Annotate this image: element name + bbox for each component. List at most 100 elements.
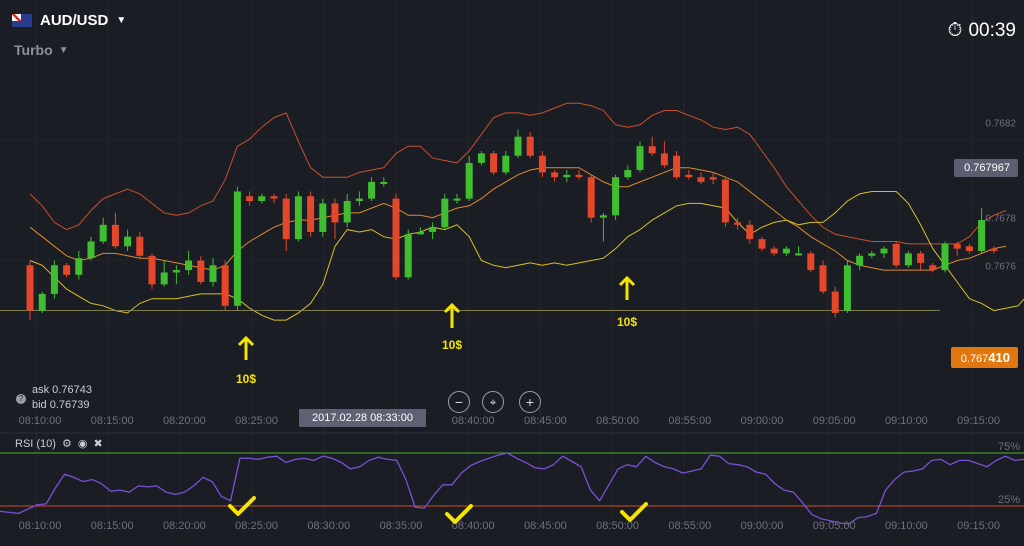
crosshair-icon: ⌖ bbox=[489, 394, 497, 409]
candle-down bbox=[685, 174, 693, 178]
ask-price: ?ask 0.76743 bbox=[16, 384, 92, 404]
candle-up bbox=[233, 191, 241, 306]
expiry-timer: ⏱ 00:39 bbox=[948, 20, 1016, 42]
asset-selector[interactable]: AUD/USD ▼ bbox=[12, 12, 126, 29]
candle-down bbox=[270, 196, 278, 199]
candle-down bbox=[965, 246, 973, 252]
center-chart-button[interactable]: ⌖ bbox=[482, 391, 504, 413]
candle-up bbox=[795, 253, 803, 256]
candle-up bbox=[636, 146, 644, 171]
current-price-value: 0.767967 bbox=[964, 162, 1010, 174]
candle-up bbox=[50, 265, 58, 294]
candle-down bbox=[490, 153, 498, 173]
stopwatch-icon: ⏱ bbox=[947, 20, 963, 41]
trading-chart-stage: 0.76820.7680.76780.767608:10:0008:15:000… bbox=[0, 0, 1024, 541]
mode-label: Turbo bbox=[14, 42, 53, 58]
trade-amount-3: 10$ bbox=[617, 315, 638, 329]
current-price-label: 0.767967 bbox=[954, 159, 1018, 177]
price-chart[interactable]: 0.76820.7680.76780.767608:10:0008:15:000… bbox=[0, 0, 1024, 541]
x-axis-tick-label: 09:05:00 bbox=[813, 415, 856, 427]
rsi-x-axis-tick-label: 09:15:00 bbox=[957, 520, 1000, 532]
rsi-x-axis-tick-label: 09:05:00 bbox=[813, 520, 856, 532]
candle-down bbox=[770, 248, 778, 254]
trade-amount-2: 10$ bbox=[442, 338, 463, 352]
candle-down bbox=[575, 174, 583, 178]
strike-price-main: 0.767 bbox=[960, 353, 989, 365]
gear-icon[interactable]: ⚙ bbox=[62, 437, 72, 450]
candle-up bbox=[404, 234, 412, 278]
x-axis-tick-label: 08:20:00 bbox=[163, 415, 206, 427]
candle-up bbox=[782, 248, 790, 254]
x-axis-tick-label: 08:10:00 bbox=[19, 415, 62, 427]
chevron-down-icon: ▼ bbox=[58, 44, 69, 56]
candle-up bbox=[38, 293, 46, 311]
candle-down bbox=[709, 177, 717, 180]
candle-down bbox=[526, 136, 534, 156]
chevron-down-icon: ▼ bbox=[116, 15, 127, 26]
candle-down bbox=[282, 198, 290, 240]
close-icon[interactable]: ✖ bbox=[93, 437, 102, 450]
candle-up bbox=[514, 136, 522, 156]
candle-up bbox=[843, 265, 851, 311]
candle-down bbox=[136, 236, 144, 256]
candle-up bbox=[429, 227, 437, 232]
crosshair-date-badge: 2017.02.28 08:33:00 bbox=[299, 409, 426, 427]
mode-selector[interactable]: Turbo ▼ bbox=[14, 42, 69, 58]
candle-up bbox=[75, 258, 83, 275]
candle-down bbox=[63, 265, 71, 275]
rsi-line bbox=[0, 452, 1024, 525]
x-axis-tick-label: 09:00:00 bbox=[741, 415, 784, 427]
y-axis-tick-label: 0.7676 bbox=[985, 261, 1016, 272]
rsi-x-axis-tick-label: 09:10:00 bbox=[885, 520, 928, 532]
zoom-in-button[interactable]: + bbox=[519, 391, 541, 413]
x-axis-tick-label: 08:25:00 bbox=[235, 415, 278, 427]
rsi-x-axis-tick-label: 08:20:00 bbox=[163, 520, 206, 532]
candle-down bbox=[538, 155, 546, 173]
rsi-x-axis-tick-label: 08:35:00 bbox=[380, 520, 423, 532]
minus-icon: − bbox=[454, 394, 464, 410]
candle-down bbox=[331, 203, 339, 223]
candle-up bbox=[416, 231, 424, 235]
candle-up bbox=[904, 253, 912, 266]
candle-down bbox=[734, 222, 742, 225]
x-axis-tick-label: 09:15:00 bbox=[957, 415, 1000, 427]
y-axis-tick-label: 0.7682 bbox=[985, 118, 1016, 129]
y-axis-tick-label: 0.7678 bbox=[985, 214, 1016, 225]
candle-down bbox=[758, 239, 766, 249]
candle-down bbox=[111, 224, 119, 247]
rsi-x-axis-tick-label: 08:55:00 bbox=[668, 520, 711, 532]
zoom-out-button[interactable]: − bbox=[448, 391, 470, 413]
candle-up bbox=[124, 236, 132, 247]
candle-down bbox=[587, 177, 595, 218]
candle-down bbox=[197, 260, 205, 282]
candle-up bbox=[87, 241, 95, 259]
plus-icon: + bbox=[525, 394, 535, 410]
x-axis-tick-label: 08:15:00 bbox=[91, 415, 134, 427]
rsi-x-axis-tick-label: 08:45:00 bbox=[524, 520, 567, 532]
candle-down bbox=[551, 172, 559, 178]
asset-name: AUD/USD bbox=[40, 12, 109, 29]
candle-up bbox=[185, 260, 193, 271]
x-axis-tick-label: 08:55:00 bbox=[668, 415, 711, 427]
candle-up bbox=[465, 162, 473, 199]
rsi-upper-level: 75% bbox=[997, 441, 1020, 453]
candle-up bbox=[99, 224, 107, 242]
strike-price-label[interactable]: 0.767410 bbox=[950, 347, 1018, 368]
candle-down bbox=[807, 253, 815, 271]
australia-flag-icon bbox=[12, 14, 32, 27]
rsi-indicator-header: RSI (10) ⚙ ◉ ✖ bbox=[15, 437, 103, 451]
candle-up bbox=[355, 198, 363, 201]
candle-up bbox=[868, 253, 876, 256]
candle-down bbox=[26, 265, 34, 311]
rsi-x-axis-tick-label: 08:10:00 bbox=[19, 520, 62, 532]
x-axis-tick-label: 08:45:00 bbox=[524, 415, 567, 427]
candle-down bbox=[953, 243, 961, 249]
candle-down bbox=[148, 255, 156, 285]
timer-value: 00:39 bbox=[968, 20, 1016, 41]
candle-down bbox=[917, 253, 925, 263]
x-axis-tick-label: 08:40:00 bbox=[452, 415, 495, 427]
rsi-label: RSI (10) bbox=[15, 437, 56, 450]
eye-icon[interactable]: ◉ bbox=[78, 437, 88, 450]
rsi-x-axis-tick-label: 08:15:00 bbox=[91, 520, 134, 532]
help-icon: ? bbox=[16, 394, 26, 404]
